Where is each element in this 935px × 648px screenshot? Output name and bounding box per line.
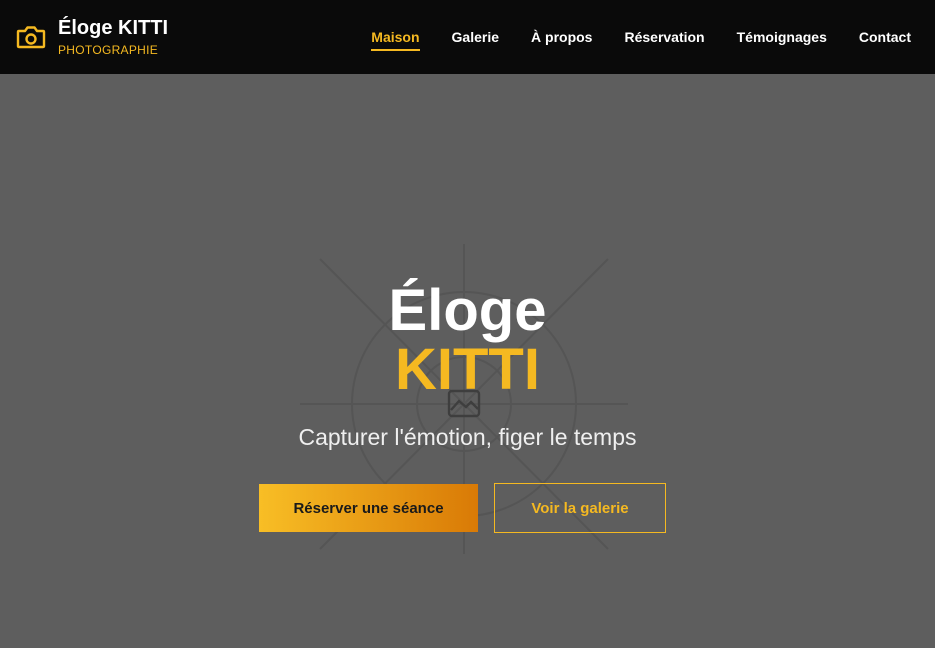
brand[interactable]: Éloge KITTI PHOTOGRAPHIE (16, 17, 168, 58)
hero-content: Éloge KITTI Capturer l'émotion, figer le… (0, 74, 935, 648)
nav-link-temoignages[interactable]: Témoignages (737, 23, 827, 51)
hero-title-line2: KITTI (395, 337, 540, 402)
nav-link-a-propos[interactable]: À propos (531, 23, 592, 51)
nav-link-galerie[interactable]: Galerie (452, 23, 499, 51)
camera-icon (16, 22, 46, 52)
view-gallery-button[interactable]: Voir la galerie (494, 483, 666, 533)
brand-name: Éloge KITTI (58, 16, 168, 39)
brand-subtitle: PHOTOGRAPHIE (58, 42, 159, 57)
nav-link-contact[interactable]: Contact (859, 23, 911, 51)
nav-link-reservation[interactable]: Réservation (624, 23, 704, 51)
brand-text: Éloge KITTI PHOTOGRAPHIE (58, 17, 168, 58)
nav-link-maison[interactable]: Maison (371, 23, 420, 51)
hero-title-line1: Éloge (388, 278, 547, 343)
hero-tagline: Capturer l'émotion, figer le temps (298, 424, 637, 450)
book-session-button[interactable]: Réserver une séance (259, 484, 478, 532)
hero-section: Éloge KITTI Capturer l'émotion, figer le… (0, 74, 935, 648)
main-nav: Maison Galerie À propos Réservation Témo… (371, 23, 911, 51)
navbar: Éloge KITTI PHOTOGRAPHIE Maison Galerie … (0, 0, 935, 74)
